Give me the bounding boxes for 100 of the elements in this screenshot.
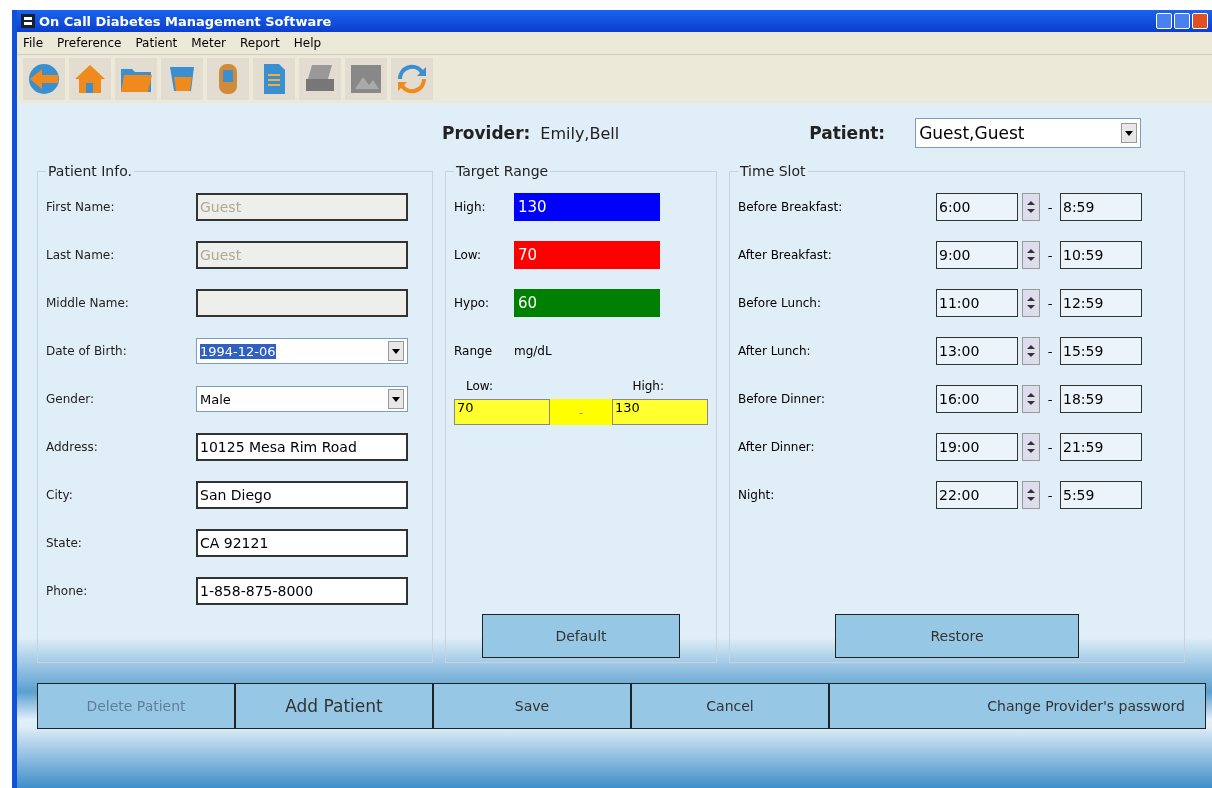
field-label: After Breakfast: — [738, 248, 833, 262]
up-down-arrows-icon — [1027, 248, 1035, 262]
time-separator: - — [1046, 487, 1054, 503]
menu-item[interactable]: Meter — [191, 36, 226, 50]
panel-title: Target Range — [455, 163, 550, 179]
spin-button[interactable] — [1022, 193, 1040, 221]
time-field[interactable]: 8:59 — [1060, 193, 1142, 221]
menu-item[interactable]: Report — [240, 36, 280, 50]
panel-title: Patient Info. — [47, 163, 133, 179]
time-field[interactable]: 19:00 — [936, 433, 1018, 461]
spin-button[interactable] — [1022, 385, 1040, 413]
time-field[interactable]: 5:59 — [1060, 481, 1142, 509]
field-label: Gender: — [46, 392, 96, 406]
toolbar-button[interactable] — [161, 58, 203, 100]
input-field[interactable]: 130 — [514, 193, 660, 221]
time-separator: - — [1046, 391, 1054, 407]
up-down-arrows-icon — [1027, 200, 1035, 214]
toolbar-button[interactable] — [207, 58, 249, 100]
restore-button[interactable]: Restore — [835, 614, 1079, 658]
menu-item[interactable]: Preference — [57, 36, 122, 50]
field-label: Hypo: — [454, 296, 491, 310]
field-label: After Dinner: — [738, 440, 816, 454]
time-field[interactable]: 11:00 — [936, 289, 1018, 317]
input-field[interactable]: 70 — [514, 241, 660, 269]
low-label: Low: — [466, 379, 494, 393]
input-field[interactable]: 70 — [454, 399, 550, 425]
up-down-arrows-icon — [1027, 440, 1035, 454]
action-button[interactable]: Save — [433, 683, 631, 729]
field-label: Low: — [454, 248, 483, 262]
time-field[interactable]: 22:00 — [936, 481, 1018, 509]
input-field[interactable]: 130 — [612, 399, 708, 425]
time-field[interactable]: 21:59 — [1060, 433, 1142, 461]
toolbar-button[interactable] — [391, 58, 433, 100]
field-label: Before Dinner: — [738, 392, 826, 406]
field-label: Last Name: — [46, 248, 116, 262]
up-down-arrows-icon — [1027, 488, 1035, 502]
provider-name: Emily,Bell — [540, 123, 620, 143]
dropdown-field[interactable]: 1994-12-06 — [196, 338, 408, 364]
time-field[interactable]: 12:59 — [1060, 289, 1142, 317]
time-separator: - — [1046, 439, 1054, 455]
patient-label: Patient: — [809, 123, 886, 143]
dropdown-field[interactable]: Male — [196, 386, 408, 412]
input-field[interactable]: 10125 Mesa Rim Road — [196, 433, 408, 461]
up-down-arrows-icon — [1027, 392, 1035, 406]
field-label: High: — [454, 200, 487, 214]
provider-label: Provider: — [442, 123, 531, 143]
time-separator: - — [1046, 247, 1054, 263]
field-label: Date of Birth: — [46, 344, 128, 358]
up-down-arrows-icon — [1027, 344, 1035, 358]
close-button[interactable] — [1192, 13, 1208, 29]
time-field[interactable]: 15:59 — [1060, 337, 1142, 365]
toolbar-button[interactable] — [23, 58, 65, 100]
input-field[interactable]: 1-858-875-8000 — [196, 577, 408, 605]
toolbar-button[interactable] — [69, 58, 111, 100]
menu-item[interactable]: Patient — [135, 36, 178, 50]
menu-item[interactable]: File — [23, 36, 44, 50]
toolbar-button[interactable] — [299, 58, 341, 100]
field-label: State: — [46, 536, 83, 550]
time-field[interactable]: 18:59 — [1060, 385, 1142, 413]
menu-item[interactable]: Help — [293, 36, 322, 50]
input-field[interactable]: CA 92121 — [196, 529, 408, 557]
minimize-button[interactable] — [1156, 13, 1172, 29]
spin-button[interactable] — [1022, 289, 1040, 317]
spin-button[interactable] — [1022, 433, 1040, 461]
range-separator: - — [577, 404, 585, 420]
action-button[interactable]: Add Patient — [235, 683, 433, 729]
time-separator: - — [1046, 295, 1054, 311]
field-label: City: — [46, 488, 74, 502]
panel-title: Time Slot — [739, 163, 807, 179]
time-field[interactable]: 16:00 — [936, 385, 1018, 413]
time-field[interactable]: 13:00 — [936, 337, 1018, 365]
app-icon — [21, 14, 35, 28]
toolbar-button[interactable] — [253, 58, 295, 100]
patient-dropdown[interactable]: Guest,Guest — [915, 118, 1142, 148]
maximize-button[interactable] — [1174, 13, 1190, 29]
field-label: Before Breakfast: — [738, 200, 844, 214]
field-label: After Lunch: — [738, 344, 812, 358]
action-button[interactable]: Change Provider's password — [829, 683, 1206, 729]
high-label: High: — [632, 379, 664, 393]
time-field[interactable]: 9:00 — [936, 241, 1018, 269]
back-icon — [26, 61, 62, 97]
toolbar-button[interactable] — [345, 58, 387, 100]
input-field[interactable]: San Diego — [196, 481, 408, 509]
field-label: First Name: — [46, 200, 116, 214]
up-down-arrows-icon — [1027, 296, 1035, 310]
time-separator: - — [1046, 199, 1054, 215]
unit-label: mg/dL — [514, 344, 552, 358]
spin-button[interactable] — [1022, 241, 1040, 269]
time-field[interactable]: 6:00 — [936, 193, 1018, 221]
field-label: Night: — [738, 488, 776, 502]
default-button[interactable]: Default — [482, 614, 680, 658]
time-separator: - — [1046, 343, 1054, 359]
spin-button[interactable] — [1022, 337, 1040, 365]
toolbar-button[interactable] — [115, 58, 157, 100]
action-button[interactable]: Cancel — [631, 683, 829, 729]
field-label: Address: — [46, 440, 99, 454]
range-label: Range — [454, 344, 494, 358]
time-field[interactable]: 10:59 — [1060, 241, 1142, 269]
input-field[interactable]: 60 — [514, 289, 660, 317]
spin-button[interactable] — [1022, 481, 1040, 509]
